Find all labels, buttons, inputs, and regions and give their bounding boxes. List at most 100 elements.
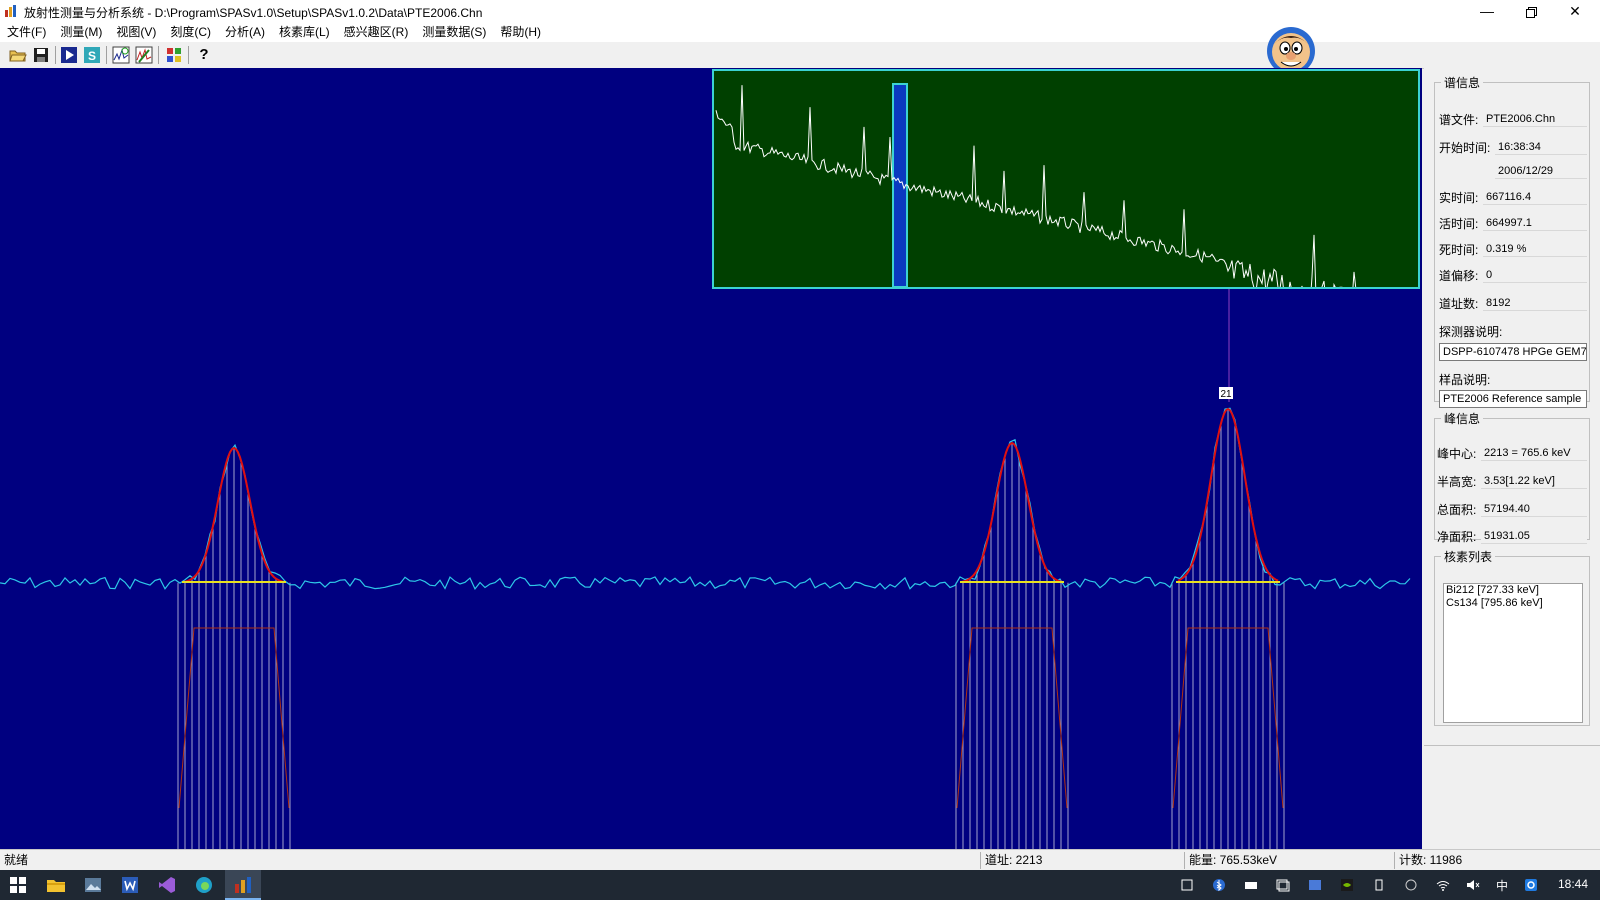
detector-field[interactable]: DSPP-6107478 HPGe GEM70 — [1439, 343, 1587, 361]
roi-button[interactable] — [165, 46, 183, 64]
windows-icon[interactable] — [1276, 878, 1290, 892]
nuclide-item[interactable]: Bi212 [727.33 keV] — [1444, 584, 1582, 597]
offset-value: 0 — [1483, 267, 1587, 283]
toolbar-separator — [158, 46, 159, 64]
maximize-button[interactable] — [1509, 0, 1553, 22]
spectrum-tool-button[interactable] — [135, 46, 153, 64]
fwhm-value: 3.53[1.22 keV] — [1481, 473, 1587, 489]
assistant-icon[interactable] — [1524, 878, 1538, 892]
spas-app-icon[interactable] — [233, 875, 253, 895]
peak-info-title: 峰信息 — [1444, 412, 1481, 426]
peak-marker-label: 21 — [1220, 389, 1232, 400]
nuclide-list-group: 核素列表 Bi212 [727.33 keV] Cs134 [795.86 ke… — [1434, 548, 1590, 726]
status-counts: 计数: 11986 — [1394, 852, 1600, 869]
minimize-button[interactable]: — — [1465, 0, 1509, 22]
taskbar: 中 18:44 — [0, 870, 1600, 900]
save-button[interactable] — [32, 46, 50, 64]
offset-label: 道偏移: — [1439, 269, 1479, 283]
app-tray-icon[interactable] — [1404, 878, 1418, 892]
status-channel: 道址: 2213 — [980, 852, 1182, 869]
file-explorer-icon[interactable] — [46, 875, 66, 895]
spectrum-trace — [0, 407, 1411, 591]
detector-label: 探测器说明: — [1439, 325, 1503, 339]
network-icon[interactable] — [1436, 878, 1450, 892]
spectrum-tool-icon — [135, 46, 153, 64]
toolbar-separator — [188, 46, 189, 64]
overview-canvas[interactable] — [714, 71, 1418, 287]
dead-time-value: 0.319 % — [1483, 241, 1587, 257]
menu-view[interactable]: 视图(V) — [109, 22, 163, 40]
teams-icon[interactable] — [1308, 878, 1322, 892]
open-button[interactable] — [9, 46, 27, 64]
net-area-value: 51931.05 — [1481, 528, 1587, 544]
real-time-label: 实时间: — [1439, 191, 1479, 205]
mute-icon[interactable] — [1466, 878, 1480, 892]
channels-label: 道址数: — [1439, 297, 1479, 311]
photos-icon[interactable] — [83, 875, 103, 895]
status-energy: 能量: 765.53keV — [1184, 852, 1392, 869]
app-icon — [5, 5, 16, 17]
sample-field[interactable]: PTE2006 Reference sample — [1439, 390, 1587, 408]
menu-file[interactable]: 文件(F) — [0, 22, 53, 40]
menu-measure[interactable]: 测量(M) — [53, 22, 109, 40]
help-button[interactable]: ? — [195, 46, 213, 64]
menu-roi[interactable]: 感兴趣区(R) — [337, 22, 416, 40]
word-icon[interactable] — [120, 875, 140, 895]
grid-icon — [167, 48, 181, 62]
windows-start-icon[interactable] — [8, 875, 28, 895]
open-folder-icon — [9, 50, 27, 62]
bluetooth-icon[interactable] — [1212, 878, 1226, 892]
gross-area-label: 总面积: — [1437, 503, 1477, 517]
start-measure-button[interactable] — [60, 46, 78, 64]
start-time-label: 开始时间: — [1439, 141, 1491, 155]
restore-icon — [1525, 6, 1537, 18]
clock-time: 18:44 — [1558, 877, 1589, 891]
save-icon — [34, 48, 48, 62]
status-bar: 就绪 道址: 2213 能量: 765.53keV 计数: 11986 — [0, 849, 1600, 871]
net-area-label: 净面积: — [1437, 530, 1477, 544]
ime-icon[interactable]: 中 — [1496, 877, 1508, 894]
close-icon: ✕ — [1569, 3, 1581, 19]
zoom-spectrum-button[interactable] — [112, 46, 130, 64]
usb-icon[interactable] — [1372, 878, 1386, 892]
s-icon: S — [84, 47, 100, 63]
toolbar-separator — [55, 46, 56, 64]
visual-studio-icon[interactable] — [157, 875, 177, 895]
menu-calibrate[interactable]: 刻度(C) — [163, 22, 218, 40]
toolbar-separator — [106, 46, 107, 64]
fwhm-label: 半高宽: — [1437, 475, 1477, 489]
peak-info-group: 峰信息 峰中心: 2213 = 765.6 keV 半高宽: 3.53[1.22… — [1434, 410, 1590, 544]
notification-square-icon[interactable] — [1180, 878, 1194, 892]
title-bar: 放射性测量与分析系统 - D:\Program\SPASv1.0\Setup\S… — [0, 0, 1600, 22]
real-time-value: 667116.4 — [1483, 189, 1587, 205]
svg-text:S: S — [88, 49, 96, 63]
edge-icon[interactable] — [194, 875, 214, 895]
nuclide-list-title: 核素列表 — [1444, 550, 1493, 564]
zoom-spectrum-icon — [112, 46, 130, 64]
menu-nuclide-library[interactable]: 核素库(L) — [272, 22, 337, 40]
menu-bar: 文件(F) 测量(M) 视图(V) 刻度(C) 分析(A) 核素库(L) 感兴趣区(R) 测量… — [0, 22, 1600, 42]
dead-time-label: 死时间: — [1439, 243, 1479, 257]
spectrum-info-title: 谱信息 — [1444, 76, 1481, 90]
menu-analyze[interactable]: 分析(A) — [218, 22, 272, 40]
stop-measure-button[interactable]: S — [83, 46, 101, 64]
nuclide-item[interactable]: Cs134 [795.86 keV] — [1444, 597, 1582, 610]
keyboard-icon[interactable] — [1244, 878, 1258, 892]
overview-selection-window[interactable] — [892, 83, 908, 287]
live-time-value: 664997.1 — [1483, 215, 1587, 231]
info-panel: 谱信息 谱文件: PTE2006.Chn 开始时间: 16:38:34 2006… — [1424, 68, 1600, 849]
nuclide-listbox[interactable]: Bi212 [727.33 keV] Cs134 [795.86 keV] — [1443, 583, 1583, 723]
menu-help[interactable]: 帮助(H) — [493, 22, 548, 40]
overview-spectrum[interactable] — [712, 69, 1420, 289]
close-button[interactable]: ✕ — [1553, 0, 1597, 22]
file-label: 谱文件: — [1439, 113, 1479, 127]
menu-measure-data[interactable]: 测量数据(S) — [415, 22, 493, 40]
overview-trace — [715, 85, 1357, 287]
live-time-label: 活时间: — [1439, 217, 1479, 231]
minimize-icon: — — [1480, 3, 1494, 19]
peak-center-value: 2213 = 765.6 keV — [1481, 445, 1587, 461]
toolbar: S ? — [0, 42, 1600, 69]
peak-center-label: 峰中心: — [1437, 447, 1477, 461]
nvidia-icon[interactable] — [1340, 878, 1354, 892]
gross-area-value: 57194.40 — [1481, 501, 1587, 517]
